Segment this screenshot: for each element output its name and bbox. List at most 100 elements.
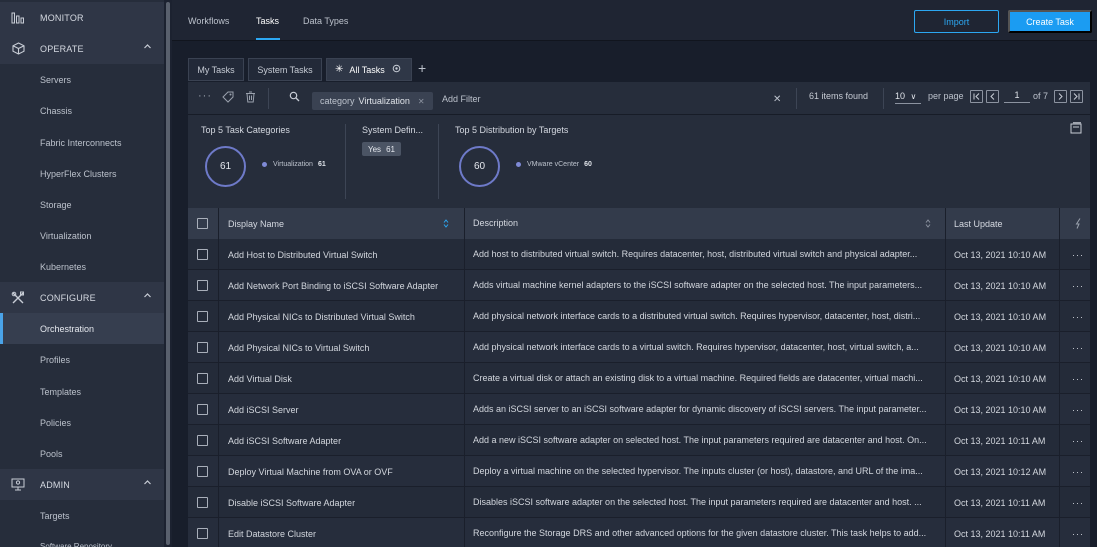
sidebar-section-admin[interactable]: ADMIN bbox=[0, 469, 164, 500]
sidebar-item-virtualization[interactable]: Virtualization bbox=[0, 220, 164, 251]
next-page-button[interactable] bbox=[1054, 90, 1067, 103]
task-name[interactable]: Add Virtual Disk bbox=[228, 363, 458, 394]
sidebar-item-fabric-interconnects[interactable]: Fabric Interconnects bbox=[0, 127, 164, 158]
last-page-button[interactable] bbox=[1070, 90, 1083, 103]
table-row[interactable]: Add Host to Distributed Virtual Switch Ad… bbox=[188, 239, 1090, 270]
sidebar-scrollbar-thumb[interactable] bbox=[166, 2, 170, 545]
row-actions-icon[interactable]: ··· bbox=[1068, 363, 1088, 394]
row-checkbox[interactable] bbox=[197, 280, 208, 291]
create-task-button[interactable]: Create Task bbox=[1008, 10, 1092, 33]
sidebar-item-templates[interactable]: Templates bbox=[0, 376, 164, 407]
column-description[interactable]: Description bbox=[473, 208, 941, 239]
remove-filter-icon[interactable]: ✕ bbox=[418, 97, 425, 106]
task-name[interactable]: Edit Datastore Cluster bbox=[228, 518, 458, 547]
sidebar-section-monitor[interactable]: MONITOR bbox=[0, 2, 164, 33]
task-name[interactable]: Add Physical NICs to Virtual Switch bbox=[228, 332, 458, 363]
system-defined-badge[interactable]: Yes 61 bbox=[362, 142, 401, 156]
task-name[interactable]: Add iSCSI Software Adapter bbox=[228, 425, 458, 456]
categories-legend[interactable]: Virtualization 61 bbox=[262, 161, 326, 168]
row-checkbox[interactable] bbox=[197, 497, 208, 508]
clear-search-icon[interactable]: ✕ bbox=[773, 94, 781, 105]
sidebar-item-software-repository[interactable]: Software Repository bbox=[0, 531, 164, 547]
row-actions-icon[interactable]: ··· bbox=[1068, 425, 1088, 456]
table-row[interactable]: Add iSCSI Server Adds an iSCSI server to … bbox=[188, 394, 1090, 425]
table-row[interactable]: Disable iSCSI Software Adapter Disables i… bbox=[188, 487, 1090, 518]
categories-donut[interactable]: 61 bbox=[205, 146, 246, 187]
table-row[interactable]: Add iSCSI Software Adapter Add a new iSCS… bbox=[188, 425, 1090, 456]
add-filter-input[interactable]: Add Filter bbox=[442, 94, 481, 104]
table-row[interactable]: Add Physical NICs to Virtual Switch Add p… bbox=[188, 332, 1090, 363]
chevron-up-icon[interactable] bbox=[143, 291, 152, 302]
select-all-checkbox[interactable] bbox=[197, 218, 208, 229]
tab-system-tasks[interactable]: System Tasks bbox=[248, 58, 322, 81]
trash-icon[interactable] bbox=[245, 91, 256, 105]
add-tab-icon[interactable]: + bbox=[418, 60, 426, 76]
row-checkbox[interactable] bbox=[197, 528, 208, 539]
sidebar-section-configure[interactable]: CONFIGURE bbox=[0, 282, 164, 313]
page-number-input[interactable]: 1 bbox=[1004, 90, 1030, 103]
sidebar-item-targets[interactable]: Targets bbox=[0, 500, 164, 531]
sidebar-scrollbar[interactable] bbox=[164, 0, 172, 547]
row-actions-icon[interactable]: ··· bbox=[1068, 394, 1088, 425]
sidebar-item-storage[interactable]: Storage bbox=[0, 189, 164, 220]
tag-icon[interactable] bbox=[222, 91, 234, 105]
per-page-select[interactable]: 10 ∨ bbox=[895, 91, 921, 104]
row-checkbox[interactable] bbox=[197, 342, 208, 353]
row-checkbox[interactable] bbox=[197, 404, 208, 415]
row-actions-icon[interactable]: ··· bbox=[1068, 487, 1088, 518]
row-actions-icon[interactable]: ··· bbox=[1068, 239, 1088, 270]
table-row[interactable]: Add Network Port Binding to iSCSI Softwa… bbox=[188, 270, 1090, 301]
row-actions-icon[interactable]: ··· bbox=[1068, 518, 1088, 547]
sidebar-item-chassis[interactable]: Chassis bbox=[0, 95, 164, 126]
row-checkbox[interactable] bbox=[197, 435, 208, 446]
row-checkbox[interactable] bbox=[197, 311, 208, 322]
targets-legend[interactable]: VMware vCenter 60 bbox=[516, 161, 592, 168]
sidebar-item-servers[interactable]: Servers bbox=[0, 64, 164, 95]
row-actions-icon[interactable]: ··· bbox=[1068, 270, 1088, 301]
more-actions-icon[interactable]: ··· bbox=[198, 90, 212, 102]
column-last-update[interactable]: Last Update bbox=[954, 208, 1064, 239]
row-checkbox[interactable] bbox=[197, 249, 208, 260]
task-name[interactable]: Add Network Port Binding to iSCSI Softwa… bbox=[228, 270, 458, 301]
row-actions-icon[interactable]: ··· bbox=[1068, 456, 1088, 487]
search-icon[interactable] bbox=[289, 91, 300, 104]
tab-tasks[interactable]: Tasks bbox=[256, 16, 279, 26]
chevron-up-icon[interactable] bbox=[143, 478, 152, 489]
sidebar-item-orchestration[interactable]: Orchestration bbox=[0, 313, 164, 344]
sidebar-item-pools[interactable]: Pools bbox=[0, 438, 164, 469]
sidebar-item-kubernetes[interactable]: Kubernetes bbox=[0, 251, 164, 282]
row-actions-icon[interactable]: ··· bbox=[1068, 332, 1088, 363]
table-row[interactable]: Add Physical NICs to Distributed Virtual… bbox=[188, 301, 1090, 332]
task-name[interactable]: Add Physical NICs to Distributed Virtual… bbox=[228, 301, 458, 332]
task-name[interactable]: Add iSCSI Server bbox=[228, 394, 458, 425]
collapse-summary-icon[interactable] bbox=[1070, 122, 1082, 136]
row-actions-icon[interactable]: ··· bbox=[1068, 301, 1088, 332]
filter-chip[interactable]: category Virtualization ✕ bbox=[312, 92, 433, 110]
targets-donut[interactable]: 60 bbox=[459, 146, 500, 187]
tab-data-types[interactable]: Data Types bbox=[303, 16, 348, 26]
sidebar-item-policies[interactable]: Policies bbox=[0, 407, 164, 438]
sort-icon[interactable] bbox=[443, 219, 449, 230]
task-name[interactable]: Deploy Virtual Machine from OVA or OVF bbox=[228, 456, 458, 487]
tab-my-tasks[interactable]: My Tasks bbox=[188, 58, 244, 81]
row-checkbox[interactable] bbox=[197, 466, 208, 477]
settings-icon[interactable] bbox=[392, 64, 401, 75]
table-row[interactable]: Edit Datastore Cluster Reconfigure the St… bbox=[188, 518, 1090, 547]
sidebar-section-operate[interactable]: OPERATE bbox=[0, 33, 164, 64]
tab-all-tasks[interactable]: ✳ All Tasks bbox=[326, 58, 412, 81]
table-row[interactable]: Add Virtual Disk Create a virtual disk or… bbox=[188, 363, 1090, 394]
tab-workflows[interactable]: Workflows bbox=[188, 16, 229, 26]
chevron-up-icon[interactable] bbox=[143, 42, 152, 53]
task-name[interactable]: Add Host to Distributed Virtual Switch bbox=[228, 239, 458, 270]
prev-page-button[interactable] bbox=[986, 90, 999, 103]
row-checkbox[interactable] bbox=[197, 373, 208, 384]
column-settings-icon[interactable] bbox=[1068, 208, 1088, 239]
column-display-name[interactable]: Display Name bbox=[228, 208, 458, 239]
task-name[interactable]: Disable iSCSI Software Adapter bbox=[228, 487, 458, 518]
sort-icon[interactable] bbox=[925, 219, 931, 230]
sidebar-item-profiles[interactable]: Profiles bbox=[0, 344, 164, 375]
sidebar-item-hyperflex-clusters[interactable]: HyperFlex Clusters bbox=[0, 158, 164, 189]
first-page-button[interactable] bbox=[970, 90, 983, 103]
import-button[interactable]: Import bbox=[914, 10, 999, 33]
table-row[interactable]: Deploy Virtual Machine from OVA or OVF De… bbox=[188, 456, 1090, 487]
